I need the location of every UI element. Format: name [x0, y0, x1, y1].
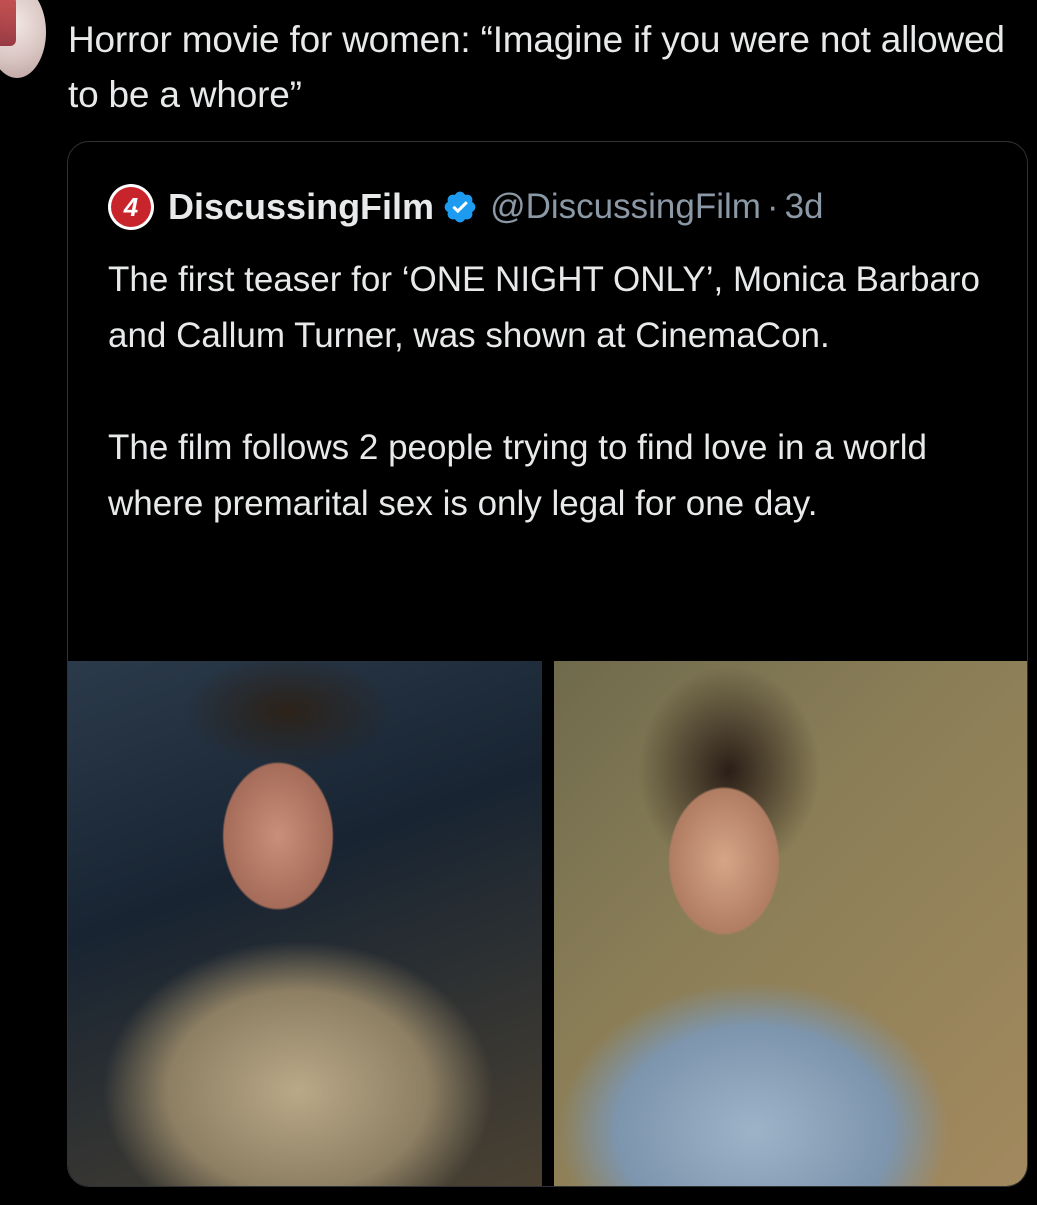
user-avatar[interactable] [0, 0, 46, 78]
quoted-author-avatar[interactable]: 4 [108, 184, 154, 230]
quoted-tweet-header: 4 DiscussingFilm @DiscussingFilm · 3d [108, 184, 824, 230]
quoted-tweet-card[interactable]: 4 DiscussingFilm @DiscussingFilm · 3d Th… [67, 141, 1028, 1187]
logo-glyph: 4 [123, 191, 139, 222]
verified-badge-icon [444, 191, 476, 223]
media-photo-2[interactable] [554, 661, 1027, 1186]
quoted-tweet-media [68, 661, 1027, 1186]
quoted-tweet-paragraph-2: The film follows 2 people trying to find… [108, 428, 928, 523]
discussingfilm-logo-icon: 4 [111, 187, 151, 227]
media-photo-1[interactable] [68, 661, 542, 1186]
quoted-tweet-timestamp[interactable]: 3d [785, 187, 824, 227]
quoted-tweet-text: The first teaser for ‘ONE NIGHT ONLY’, M… [108, 252, 1008, 532]
avatar-image [0, 0, 16, 46]
separator-dot: · [766, 187, 779, 226]
quoted-tweet-paragraph-1: The first teaser for ‘ONE NIGHT ONLY’, M… [108, 260, 981, 355]
quoted-author-handle[interactable]: @DiscussingFilm [490, 187, 761, 227]
quoted-author-name[interactable]: DiscussingFilm [168, 186, 434, 228]
tweet-text: Horror movie for women: “Imagine if you … [68, 19, 1015, 115]
